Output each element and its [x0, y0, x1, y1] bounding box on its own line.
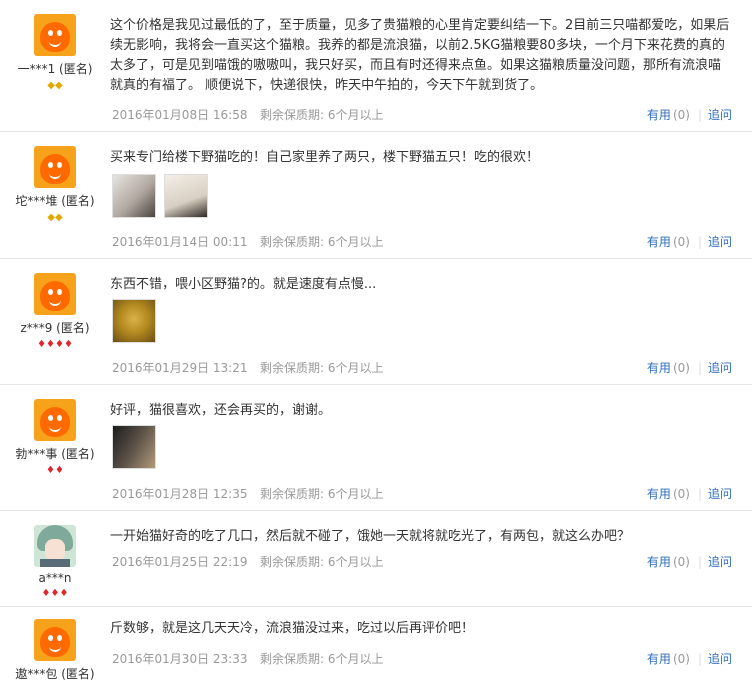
review-photo-thumbnail[interactable]	[112, 425, 156, 469]
useful-button[interactable]: 有用	[647, 652, 671, 666]
review-item: a***n ♦♦♦ 一开始猫好奇的吃了几口，然后就不碰了，饿她一天就将就吃光了，…	[0, 511, 752, 607]
shelf-life-value: 6个月以上	[327, 108, 384, 122]
follow-up-button[interactable]: 追问	[708, 555, 732, 569]
review-actions: 有用 (0) | 追问	[647, 485, 732, 502]
review-item: 坨***堆 (匿名) ◆◆ 买来专门给楼下野猫吃的！自己家里养了两只，楼下野猫五…	[0, 132, 752, 259]
review-meta: 2016年01月29日 13:21 剩余保质期: 6个月以上	[112, 359, 384, 376]
divider: |	[697, 487, 702, 501]
reviewer-info: a***n ♦♦♦	[0, 525, 110, 601]
shelf-life-value: 6个月以上	[327, 235, 384, 249]
review-actions: 有用 (0) | 追问	[647, 553, 732, 570]
shelf-life-label: 剩余保质期:	[260, 108, 325, 122]
review-date: 2016年01月08日 16:58	[112, 108, 248, 122]
review-text: 这个价格是我见过最低的了，至于质量，见多了贵猫粮的心里肯定要纠结一下。2目前三只…	[110, 18, 730, 93]
reviewer-name[interactable]: 勃***事 (匿名)	[0, 445, 110, 462]
reviewer-name[interactable]: 坨***堆 (匿名)	[0, 192, 110, 209]
review-photos	[112, 425, 156, 469]
reviewer-name[interactable]: a***n	[0, 571, 110, 585]
level-badge-icon: ♦♦♦	[41, 588, 69, 599]
review-meta: 2016年01月14日 00:11 剩余保质期: 6个月以上	[112, 233, 384, 250]
review-date: 2016年01月25日 22:19	[112, 555, 248, 569]
avatar[interactable]	[34, 619, 76, 661]
shelf-life-label: 剩余保质期:	[260, 235, 325, 249]
review-date: 2016年01月28日 12:35	[112, 487, 248, 501]
divider: |	[697, 652, 702, 666]
shelf-life-label: 剩余保质期:	[260, 487, 325, 501]
review-actions: 有用 (0) | 追问	[647, 359, 732, 376]
follow-up-button[interactable]: 追问	[708, 108, 732, 122]
review-meta: 2016年01月08日 16:58 剩余保质期: 6个月以上	[112, 106, 384, 123]
shelf-life-label: 剩余保质期:	[260, 555, 325, 569]
avatar[interactable]	[34, 14, 76, 56]
review-photo-thumbnail[interactable]	[112, 299, 156, 343]
useful-count: (0)	[672, 235, 690, 249]
useful-button[interactable]: 有用	[647, 235, 671, 249]
level-badge-icon: ◆◆	[47, 80, 63, 91]
reviewer-info: 勃***事 (匿名) ♦♦	[0, 399, 110, 478]
review-photo-thumbnail[interactable]	[112, 174, 156, 218]
review-photo-thumbnail[interactable]	[164, 174, 208, 218]
reviewer-name[interactable]: 遨***包 (匿名)	[0, 665, 110, 682]
review-date: 2016年01月29日 13:21	[112, 361, 248, 375]
review-text: 东西不错，喂小区野猫?的。就是速度有点慢...	[110, 277, 377, 292]
shelf-life-label: 剩余保质期:	[260, 652, 325, 666]
follow-up-button[interactable]: 追问	[708, 652, 732, 666]
shelf-life-value: 6个月以上	[327, 652, 384, 666]
useful-count: (0)	[672, 555, 690, 569]
reviewer-name[interactable]: 一***1 (匿名)	[0, 60, 110, 77]
reviewer-info: 一***1 (匿名) ◆◆	[0, 14, 110, 93]
review-date: 2016年01月30日 23:33	[112, 652, 248, 666]
shelf-life-value: 6个月以上	[327, 361, 384, 375]
review-item: 遨***包 (匿名) 斤数够，就是这几天天冷，流浪猫没过来，吃过以后再评价吧！ …	[0, 607, 752, 681]
review-text: 斤数够，就是这几天天冷，流浪猫没过来，吃过以后再评价吧！	[110, 621, 475, 636]
follow-up-button[interactable]: 追问	[708, 235, 732, 249]
useful-count: (0)	[672, 361, 690, 375]
useful-button[interactable]: 有用	[647, 108, 671, 122]
avatar[interactable]	[34, 273, 76, 315]
follow-up-button[interactable]: 追问	[708, 361, 732, 375]
shelf-life-label: 剩余保质期:	[260, 361, 325, 375]
review-item: 一***1 (匿名) ◆◆ 这个价格是我见过最低的了，至于质量，见多了贵猫粮的心…	[0, 0, 752, 132]
review-photos	[112, 174, 208, 218]
level-badge-icon: ◆◆	[47, 212, 63, 223]
reviewer-name[interactable]: z***9 (匿名)	[0, 319, 110, 336]
reviewer-info: 遨***包 (匿名)	[0, 619, 110, 682]
reviewer-info: 坨***堆 (匿名) ◆◆	[0, 146, 110, 225]
useful-button[interactable]: 有用	[647, 361, 671, 375]
divider: |	[697, 108, 702, 122]
useful-button[interactable]: 有用	[647, 555, 671, 569]
review-meta: 2016年01月28日 12:35 剩余保质期: 6个月以上	[112, 485, 384, 502]
review-date: 2016年01月14日 00:11	[112, 235, 248, 249]
level-badge-icon: ♦♦	[46, 465, 64, 476]
divider: |	[697, 235, 702, 249]
useful-button[interactable]: 有用	[647, 487, 671, 501]
review-actions: 有用 (0) | 追问	[647, 233, 732, 250]
avatar[interactable]	[34, 399, 76, 441]
divider: |	[697, 361, 702, 375]
review-meta: 2016年01月25日 22:19 剩余保质期: 6个月以上	[112, 553, 384, 570]
shelf-life-value: 6个月以上	[327, 487, 384, 501]
reviewer-info: z***9 (匿名) ♦♦♦♦	[0, 273, 110, 352]
review-text: 一开始猫好奇的吃了几口，然后就不碰了，饿她一天就将就吃光了，有两包，就这么办吧？	[110, 529, 631, 544]
review-item: z***9 (匿名) ♦♦♦♦ 东西不错，喂小区野猫?的。就是速度有点慢... …	[0, 259, 752, 385]
shelf-life-value: 6个月以上	[327, 555, 384, 569]
review-text: 买来专门给楼下野猫吃的！自己家里养了两只，楼下野猫五只！吃的很欢！	[110, 150, 540, 165]
review-item: 勃***事 (匿名) ♦♦ 好评，猫很喜欢，还会再买的，谢谢。 2016年01月…	[0, 385, 752, 511]
review-text: 好评，猫很喜欢，还会再买的，谢谢。	[110, 403, 332, 418]
useful-count: (0)	[672, 652, 690, 666]
avatar[interactable]	[34, 146, 76, 188]
level-badge-icon: ♦♦♦♦	[37, 339, 73, 350]
review-actions: 有用 (0) | 追问	[647, 650, 732, 667]
useful-count: (0)	[672, 108, 690, 122]
follow-up-button[interactable]: 追问	[708, 487, 732, 501]
review-actions: 有用 (0) | 追问	[647, 106, 732, 123]
avatar[interactable]	[34, 525, 76, 567]
divider: |	[697, 555, 702, 569]
useful-count: (0)	[672, 487, 690, 501]
review-meta: 2016年01月30日 23:33 剩余保质期: 6个月以上	[112, 650, 384, 667]
review-photos	[112, 299, 156, 343]
